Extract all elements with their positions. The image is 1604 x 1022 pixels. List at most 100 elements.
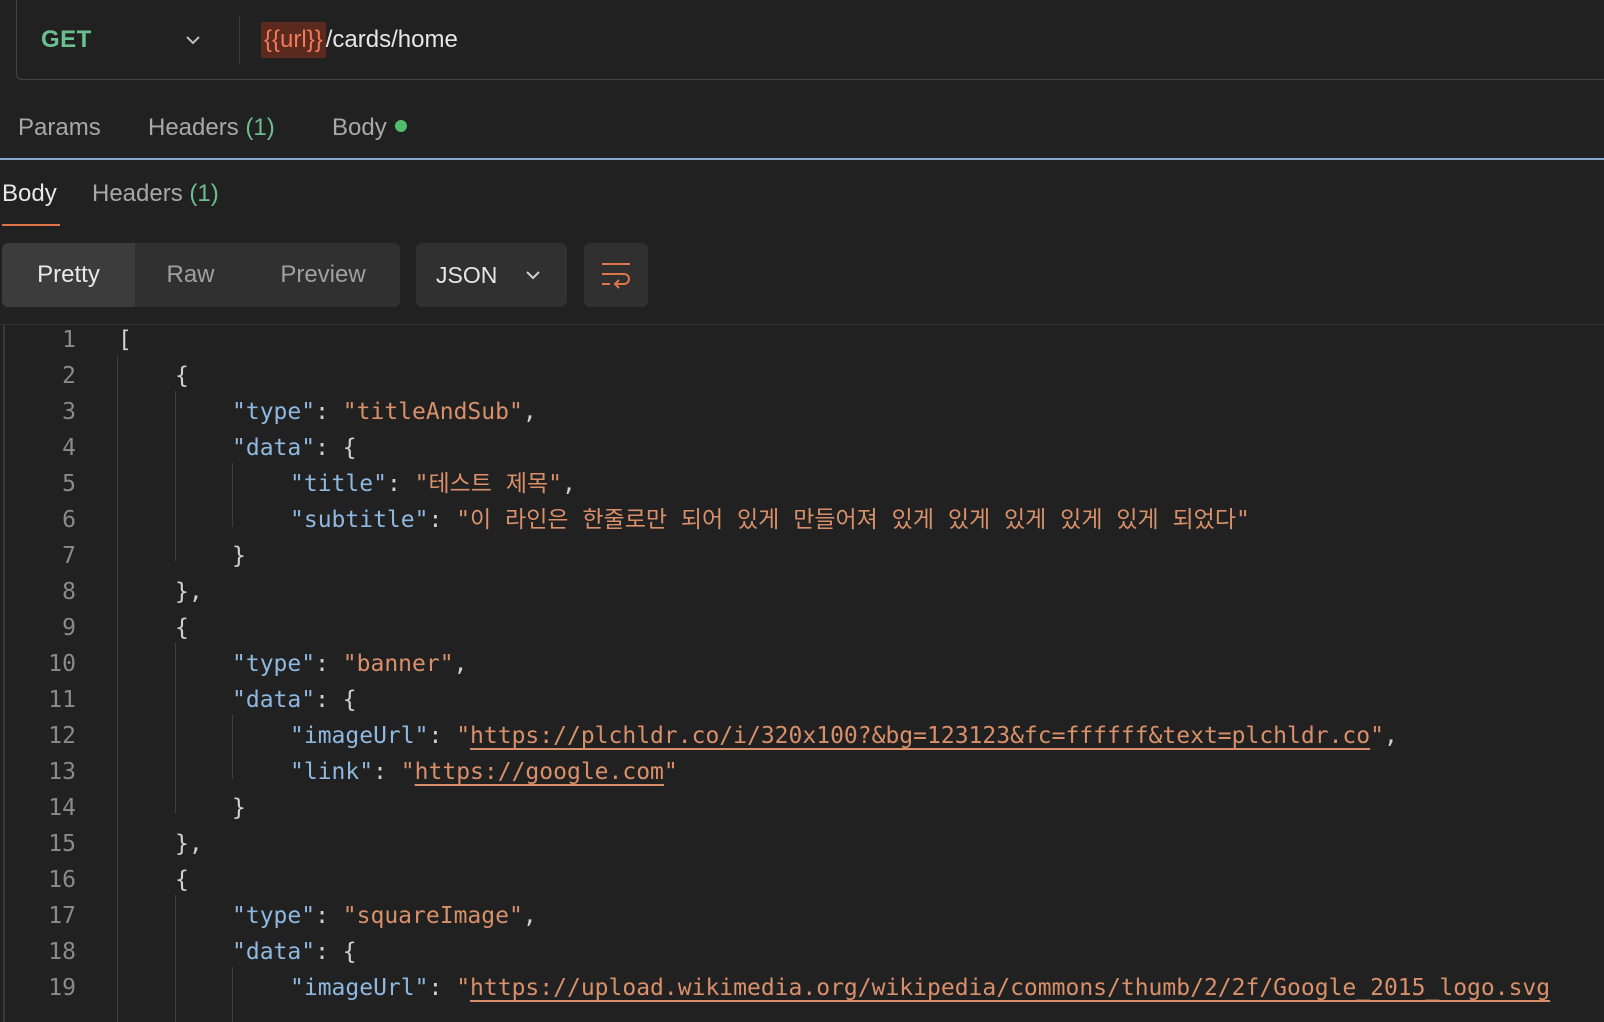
url-path: /cards/home xyxy=(325,26,458,53)
code-text: { xyxy=(175,615,189,641)
code-text: } xyxy=(232,795,246,821)
json-key: "data" xyxy=(232,939,316,965)
json-punct: : { xyxy=(315,687,357,713)
code-line: 10 "type": "banner", xyxy=(0,646,1604,682)
code-text: "data": { xyxy=(232,682,357,718)
code-line: 2{ xyxy=(0,358,1604,394)
line-number: 10 xyxy=(48,651,76,677)
code-line: 5 "title": "테스트 제목", xyxy=(0,466,1604,502)
headers-count: (1) xyxy=(245,114,275,141)
json-key: "link" xyxy=(290,759,374,785)
json-key: "type" xyxy=(232,903,316,929)
method-select[interactable]: GET xyxy=(17,0,237,80)
json-key: "type" xyxy=(232,399,316,425)
tab-response-headers[interactable]: Headers (1) xyxy=(92,180,219,208)
pretty-button[interactable]: Pretty xyxy=(2,243,135,307)
json-key: "imageUrl" xyxy=(290,723,429,749)
line-number: 9 xyxy=(62,615,76,641)
line-number: 5 xyxy=(62,471,76,497)
code-text: "title": "테스트 제목", xyxy=(290,471,576,497)
code-text: "link": "https://google.com" xyxy=(290,759,678,785)
json-key: "title" xyxy=(290,471,387,497)
green-dot-icon xyxy=(394,120,407,132)
json-string: "banner" xyxy=(342,651,454,677)
code-line: 11 "data": { xyxy=(0,682,1604,718)
tab-response-body[interactable]: Body xyxy=(2,180,57,208)
line-number: 6 xyxy=(62,507,76,533)
json-string: "titleAndSub" xyxy=(342,399,523,425)
code-line: 9{ xyxy=(0,610,1604,646)
url-variable: {{url}} xyxy=(261,22,326,58)
tab-response-body-label: Body xyxy=(2,180,57,207)
json-string: "이 라인은 한줄로만 되어 있게 만들어져 있게 있게 있게 있게 있게 되었… xyxy=(456,507,1250,533)
line-number: 1 xyxy=(62,327,76,353)
format-label: JSON xyxy=(436,261,498,288)
view-mode-group: Pretty Raw Preview xyxy=(2,243,400,307)
code-text: } xyxy=(232,543,246,569)
line-number: 14 xyxy=(48,795,76,821)
json-link[interactable]: https://google.com xyxy=(415,759,664,785)
json-string: "테스트 제목" xyxy=(414,471,562,497)
line-number: 15 xyxy=(48,831,76,857)
code-text: "type": "squareImage", xyxy=(232,903,537,929)
tab-request-body[interactable]: Body xyxy=(332,114,407,142)
code-line: 6 "subtitle": "이 라인은 한줄로만 되어 있게 만들어져 있게 있… xyxy=(0,502,1604,538)
wrap-button[interactable] xyxy=(584,243,648,307)
code-text: "imageUrl": "https://upload.wikimedia.or… xyxy=(290,975,1551,1001)
json-punct: : { xyxy=(315,939,357,965)
chevron-down-icon xyxy=(186,36,200,45)
code-line: 19 "imageUrl": "https://upload.wikimedia.… xyxy=(0,970,1604,1006)
code-line: 18 "data": { xyxy=(0,934,1604,970)
json-key: "subtitle" xyxy=(290,507,429,533)
code-line: 12 "imageUrl": "https://plchldr.co/i/320x… xyxy=(0,718,1604,754)
code-text: [ xyxy=(118,327,132,353)
tab-response-headers-label: Headers xyxy=(92,180,183,207)
method-label: GET xyxy=(41,26,92,53)
url-input[interactable]: {{url}}/cards/home xyxy=(261,0,458,80)
code-text: "type": "banner", xyxy=(232,651,468,677)
request-url-bar: GET {{url}}/cards/home xyxy=(16,0,1604,80)
line-number: 17 xyxy=(48,903,76,929)
code-text: "imageUrl": "https://plchldr.co/i/320x10… xyxy=(290,723,1398,749)
format-select[interactable]: JSON xyxy=(416,243,567,307)
line-number: 4 xyxy=(62,435,76,461)
code-line: 7} xyxy=(0,538,1604,574)
line-number: 2 xyxy=(62,363,76,389)
code-text: }, xyxy=(175,831,203,857)
chevron-down-icon xyxy=(526,271,540,280)
preview-button[interactable]: Preview xyxy=(246,243,400,307)
line-number: 13 xyxy=(48,759,76,785)
code-text: { xyxy=(175,867,189,893)
code-line: 8}, xyxy=(0,574,1604,610)
code-line: 14} xyxy=(0,790,1604,826)
json-link[interactable]: https://plchldr.co/i/320x100?&bg=123123&… xyxy=(470,723,1370,749)
tab-params[interactable]: Params xyxy=(18,114,101,142)
code-text: "data": { xyxy=(232,934,357,970)
line-number: 11 xyxy=(48,687,76,713)
active-tab-underline xyxy=(2,224,60,226)
tab-body-label: Body xyxy=(332,114,387,141)
code-text: "type": "titleAndSub", xyxy=(232,399,537,425)
code-line: 16 { xyxy=(0,862,1604,898)
tab-headers-label: Headers xyxy=(148,114,239,141)
json-key: "type" xyxy=(232,651,316,677)
code-line: 1[ xyxy=(0,325,1604,358)
code-line: 13 "link": "https://google.com" xyxy=(0,754,1604,790)
code-line: 15}, xyxy=(0,826,1604,862)
raw-button[interactable]: Raw xyxy=(135,243,246,307)
code-text: }, xyxy=(175,579,203,605)
line-number: 19 xyxy=(48,975,76,1001)
code-line: 17 "type": "squareImage", xyxy=(0,898,1604,934)
text-wrap-icon xyxy=(602,263,630,289)
code-line: 4 "data": { xyxy=(0,430,1604,466)
divider xyxy=(239,16,240,64)
line-number: 12 xyxy=(48,723,76,749)
tab-request-headers[interactable]: Headers (1) xyxy=(148,114,275,142)
response-body-editor[interactable]: 1[ 2{ 3 "type": "titleAndSub", 4 "data": {… xyxy=(0,324,1604,1022)
json-punct: : { xyxy=(315,435,357,461)
code-text: "data": { xyxy=(232,430,357,466)
line-number: 3 xyxy=(62,399,76,425)
json-link[interactable]: https://upload.wikimedia.org/wikipedia/c… xyxy=(470,975,1550,1001)
line-number: 16 xyxy=(48,867,76,893)
code-text: "subtitle": "이 라인은 한줄로만 되어 있게 만들어져 있게 있게… xyxy=(290,507,1250,533)
